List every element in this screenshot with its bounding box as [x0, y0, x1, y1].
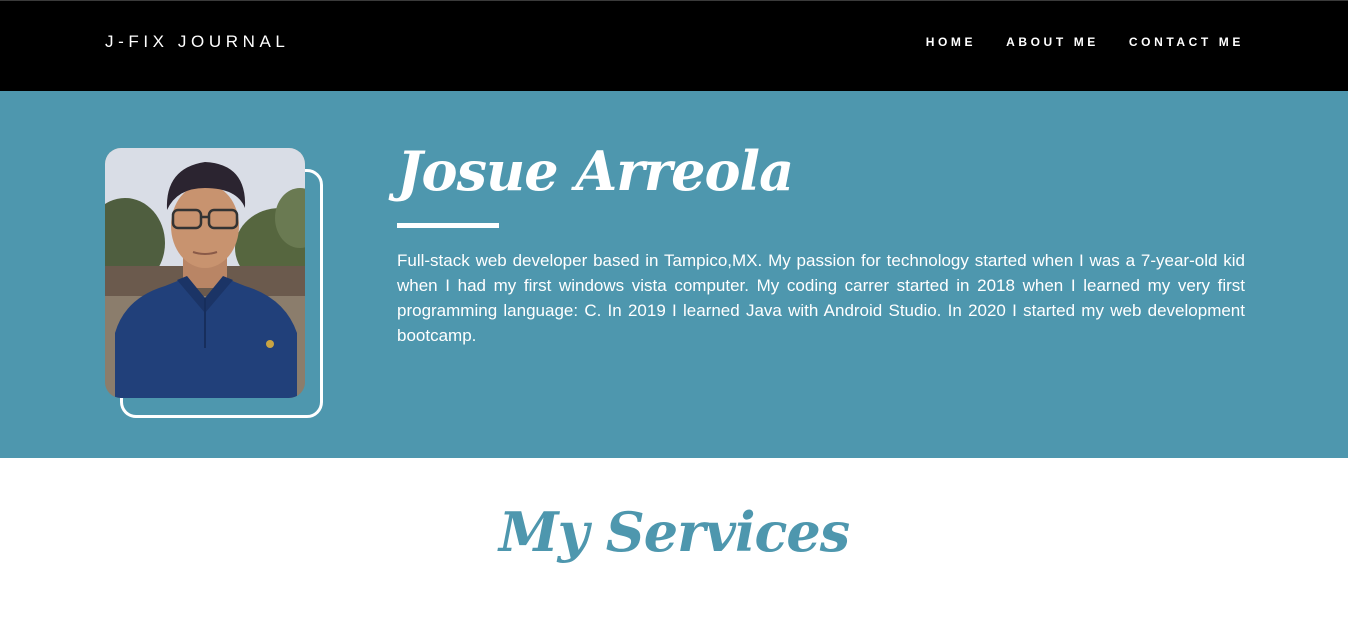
navbar: J-FIX JOURNAL HOME ABOUT ME CONTACT ME	[0, 0, 1348, 91]
hero-section: Josue Arreola Full-stack web developer b…	[0, 91, 1348, 458]
profile-photo	[105, 148, 305, 398]
hero-bio-text: Full-stack web developer based in Tampic…	[397, 251, 1245, 345]
nav-links: HOME ABOUT ME CONTACT ME	[896, 35, 1244, 49]
hero-name-heading: Josue Arreola	[397, 139, 794, 203]
nav-link-contact-me[interactable]: CONTACT ME	[1129, 35, 1244, 49]
name-underline-divider	[397, 223, 499, 228]
profile-photo-illustration	[105, 148, 305, 398]
services-section-title: My Services	[498, 500, 850, 564]
nav-link-home[interactable]: HOME	[926, 35, 976, 49]
nav-link-about-me[interactable]: ABOUT ME	[1006, 35, 1099, 49]
brand-logo[interactable]: J-FIX JOURNAL	[105, 32, 289, 52]
